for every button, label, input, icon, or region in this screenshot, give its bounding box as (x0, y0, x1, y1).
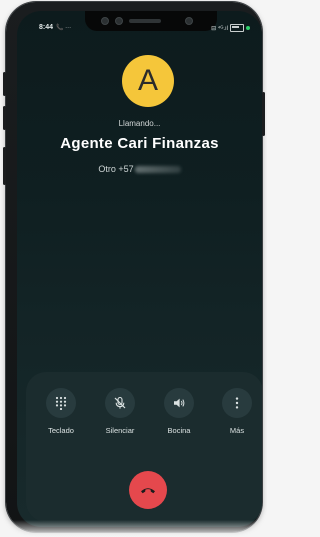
screenshot-stage: 8:44 📞 ··· ⊟ ⁴ᴳ.ıl A Llamando... Agente … (0, 0, 267, 537)
status-time: 8:44 (39, 24, 54, 31)
phone-screen: 8:44 📞 ··· ⊟ ⁴ᴳ.ıl A Llamando... Agente … (17, 11, 262, 527)
number-prefix: Otro +57 (98, 164, 134, 174)
keypad-button[interactable]: Teclado (33, 388, 89, 435)
side-key (3, 147, 6, 185)
redacted-number (134, 166, 181, 174)
end-call-icon (141, 488, 155, 494)
speaker-icon (174, 398, 185, 408)
power-button (262, 92, 265, 136)
dialpad-icon (55, 396, 67, 410)
mute-button[interactable]: Silenciar (92, 388, 148, 435)
page-bottom-fade (0, 520, 267, 537)
mic-off-icon (114, 396, 126, 409)
more-button-circle[interactable] (222, 388, 252, 418)
camera-notch (85, 11, 217, 31)
volume-down-button (3, 106, 6, 130)
avatar-letter: A (137, 64, 158, 97)
more-vert-icon (235, 397, 239, 409)
end-call-button[interactable] (129, 471, 167, 509)
contact-name: Agente Cari Finanzas (60, 135, 219, 152)
status-right-icons: ⊟ ⁴ᴳ.ıl (211, 24, 250, 32)
more-label: Más (229, 426, 245, 435)
speaker-button[interactable]: Bocina (151, 388, 207, 435)
sensor-icon (101, 17, 109, 25)
keypad-button-circle[interactable] (46, 388, 76, 418)
volume-up-button (3, 72, 6, 96)
phone-number-line: Otro +57 (17, 164, 262, 174)
mute-button-circle[interactable] (105, 388, 135, 418)
more-button[interactable]: Más (209, 388, 262, 435)
front-camera-icon (115, 17, 123, 25)
speaker-label: Bocina (167, 426, 191, 435)
status-left-icons: 📞 ··· (56, 25, 72, 31)
phone-frame: 8:44 📞 ··· ⊟ ⁴ᴳ.ıl A Llamando... Agente … (3, 2, 265, 532)
earpiece-speaker (129, 19, 161, 23)
speaker-button-circle[interactable] (164, 388, 194, 418)
battery-icon (230, 24, 244, 32)
privacy-indicator-icon (246, 26, 250, 30)
contact-avatar: A (122, 55, 174, 107)
network-signal-icon: ⊟ ⁴ᴳ.ıl (211, 25, 228, 32)
mute-label: Silenciar (105, 426, 135, 435)
call-status: Llamando... (118, 119, 161, 128)
keypad-label: Teclado (48, 426, 74, 435)
proximity-sensor-icon (185, 17, 193, 25)
